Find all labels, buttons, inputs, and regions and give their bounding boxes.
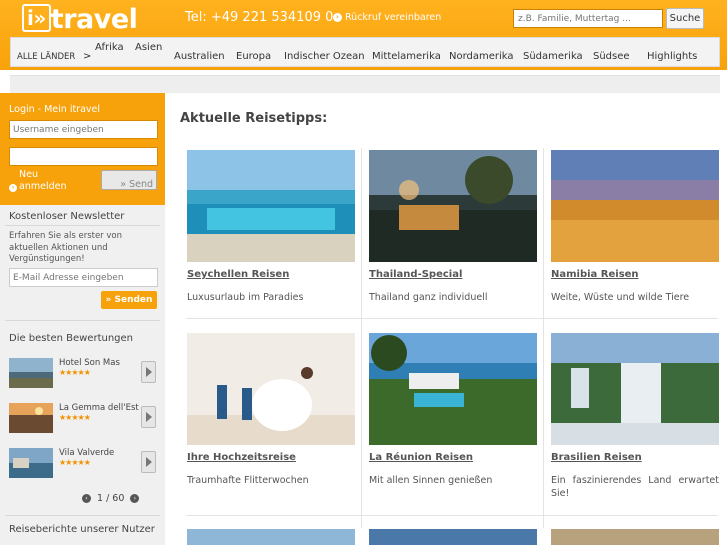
newsletter-text: Erfahren Sie als erster von aktuellen Ak…: [9, 231, 122, 264]
card-title[interactable]: Seychellen Reisen: [187, 269, 289, 280]
travel-tip-image[interactable]: [369, 529, 537, 545]
travel-tip-image[interactable]: [187, 529, 355, 545]
login-title: Login - Mein itravel: [9, 104, 101, 115]
nav-item-indischer-ozean[interactable]: Indischer Ozean: [284, 51, 365, 62]
reports-title: Reiseberichte unserer Nutzer: [9, 524, 155, 535]
card-title[interactable]: Thailand-Special: [369, 269, 462, 280]
password-input[interactable]: [9, 147, 158, 166]
star-rating-icon: ★★★★★: [59, 458, 91, 467]
nav-item-suedsee[interactable]: Südsee: [593, 51, 630, 62]
nav-separator: >: [83, 51, 92, 62]
review-item[interactable]: La Gemma dell'Est ★★★★★: [9, 403, 159, 433]
chevron-right-icon[interactable]: [141, 406, 156, 428]
nav-all-countries[interactable]: ALLE LÄNDER: [17, 52, 75, 62]
newsletter-email-input[interactable]: [9, 268, 158, 287]
card-description: Weite, Wüste und wilde Tiere: [551, 292, 690, 303]
nav-item-afrika[interactable]: Afrika: [95, 42, 124, 53]
seychelles-image: [187, 150, 355, 262]
page-title: Aktuelle Reisetipps:: [180, 111, 328, 126]
review-hotel-name: Hotel Son Mas: [59, 358, 120, 368]
nav-item-australien[interactable]: Australien: [174, 51, 225, 62]
username-input[interactable]: [9, 120, 158, 139]
chevron-right-icon[interactable]: ›: [130, 494, 140, 503]
logo-mark: i»: [22, 4, 51, 32]
logo-word: travel: [50, 4, 138, 35]
arrow-right-icon: ›: [9, 184, 17, 192]
star-rating-icon: ★★★★★: [59, 413, 91, 422]
chevron-right-icon[interactable]: [141, 451, 156, 473]
card-description: Luxusurlaub im Paradies: [187, 292, 304, 303]
sub-nav: [10, 75, 720, 93]
thailand-image: [369, 150, 537, 262]
logo[interactable]: i» travel: [22, 4, 138, 35]
nav-item-europa[interactable]: Europa: [236, 51, 271, 62]
newsletter-send-button[interactable]: » Senden: [101, 291, 157, 309]
card-description: Thailand ganz individuell: [369, 292, 488, 303]
reviews-title: Die besten Bewertungen: [9, 333, 133, 344]
chevron-right-icon[interactable]: [141, 361, 156, 383]
register-link[interactable]: ›Neu anmelden: [9, 169, 74, 193]
search-button[interactable]: Suche: [666, 8, 704, 29]
review-thumbnail: [9, 403, 53, 433]
card-title[interactable]: Namibia Reisen: [551, 269, 639, 280]
honeymoon-image: [187, 333, 355, 445]
callback-link[interactable]: › Rückruf vereinbaren: [333, 12, 441, 23]
arrow-right-icon: ›: [333, 13, 342, 22]
review-thumbnail: [9, 448, 53, 478]
nav-item-highlights[interactable]: Highlights: [647, 51, 697, 62]
nav-item-mittelamerika[interactable]: Mittelamerika: [372, 51, 441, 62]
reunion-image: [369, 333, 537, 445]
nav-item-nordamerika[interactable]: Nordamerika: [449, 51, 514, 62]
card-title[interactable]: La Réunion Reisen: [369, 452, 473, 463]
register-label: Neu anmelden: [19, 169, 67, 192]
chevron-left-icon[interactable]: ‹: [82, 494, 91, 503]
callback-label: Rückruf vereinbaren: [345, 12, 442, 23]
pager-count: 1 / 60: [97, 493, 125, 504]
card-title[interactable]: Ihre Hochzeitsreise: [187, 452, 296, 463]
card-description: Traumhafte Flitterwochen: [187, 475, 309, 486]
newsletter-title: Kostenloser Newsletter: [9, 211, 125, 222]
divider: [5, 320, 160, 321]
divider: [361, 148, 362, 528]
nav-item-suedamerika[interactable]: Südamerika: [523, 51, 583, 62]
search-input[interactable]: [513, 9, 663, 28]
divider: [186, 318, 718, 319]
brazil-image: [551, 333, 719, 445]
divider: [543, 148, 544, 528]
review-item[interactable]: Hotel Son Mas ★★★★★: [9, 358, 159, 388]
divider: [5, 515, 160, 516]
card-title[interactable]: Brasilien Reisen: [551, 452, 642, 463]
divider: [5, 225, 160, 226]
card-description: Ein faszinierendes Land erwartet Sie!: [551, 475, 719, 499]
phone-number: Tel: +49 221 534109 0: [185, 10, 334, 25]
login-send-button[interactable]: » Send: [101, 170, 157, 190]
review-hotel-name: La Gemma dell'Est: [59, 403, 139, 413]
divider: [186, 515, 718, 516]
star-rating-icon: ★★★★★: [59, 368, 91, 377]
travel-tip-image[interactable]: [551, 529, 719, 545]
card-description: Mit allen Sinnen genießen: [369, 475, 493, 486]
review-item[interactable]: Vila Valverde ★★★★★: [9, 448, 159, 478]
nav-item-asien[interactable]: Asien: [135, 42, 162, 53]
country-nav: ALLE LÄNDER > Afrika Asien Australien Eu…: [10, 37, 720, 67]
reviews-pager: ‹ 1 / 60 ›: [82, 493, 140, 504]
review-hotel-name: Vila Valverde: [59, 448, 115, 458]
review-thumbnail: [9, 358, 53, 388]
namibia-image: [551, 150, 719, 262]
